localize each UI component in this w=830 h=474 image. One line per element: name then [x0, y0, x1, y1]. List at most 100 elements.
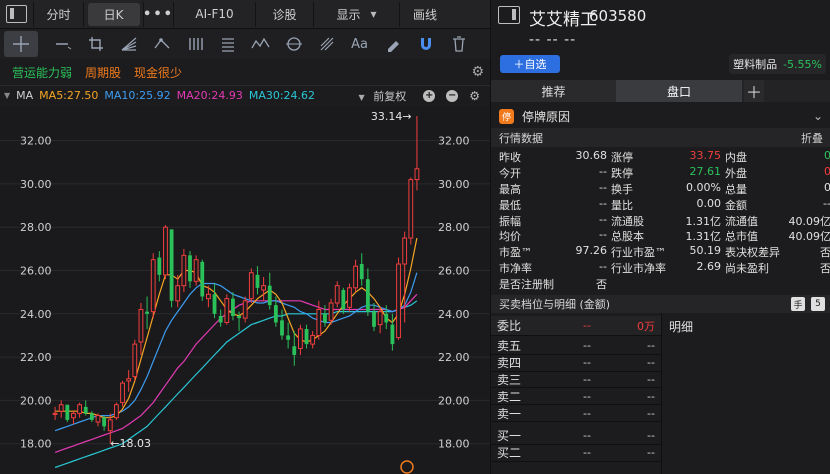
y-tick-label-left: 30.00 [20, 178, 52, 191]
quote-value: 30.68 [575, 149, 608, 162]
tab-daily-k[interactable]: 日K [84, 1, 144, 27]
quote-cell [607, 276, 721, 292]
quote-cell: 尚未盈利 否 [721, 260, 830, 276]
quote-cell: 是否注册制 否 [491, 276, 607, 292]
tab-recommend[interactable]: 推荐 [491, 80, 616, 102]
candle-body [384, 313, 389, 323]
drawing-tools: Aa [0, 29, 490, 59]
sector-change: -5.55% [783, 57, 822, 71]
quote-cell: 内盘 0 [721, 149, 830, 165]
add-tab-button[interactable]: ＋ [744, 80, 764, 102]
crop-tool-icon[interactable] [79, 31, 112, 57]
tab-intraday[interactable]: 分时 [34, 1, 84, 27]
display-dropdown[interactable]: 显示 ▾ [314, 1, 400, 27]
eraser-icon[interactable] [376, 31, 409, 57]
unit-toggle-icon[interactable]: 手 [791, 297, 805, 311]
y-tick-label-left: 18.00 [20, 438, 52, 451]
quote-value: 0.00 [696, 196, 722, 210]
panel-toggle-icon[interactable] [498, 6, 520, 24]
candle-body [353, 265, 359, 289]
quote-label: 流通股 [611, 214, 644, 228]
y-tick-label-right: 30.00 [438, 178, 470, 191]
y-tick-label-right: 20.00 [438, 394, 470, 407]
weibi-amount: 0万 [637, 319, 655, 333]
quote-value: 否 [596, 278, 607, 292]
quote-value: 2.69 [696, 260, 722, 274]
candle-body [292, 346, 297, 355]
draw-line-button[interactable]: 画线 [400, 2, 450, 27]
stock-tags: 营运能力弱 周期股 现金很少 ⚙ [0, 59, 490, 85]
level-amount: -- [647, 446, 655, 460]
quote-cell [721, 276, 830, 292]
quote-row: 昨收 30.68 涨停 33.75 内盘 0 [491, 149, 830, 165]
remove-indicator-icon[interactable]: − [446, 90, 459, 102]
candle-body [365, 279, 370, 312]
kline-svg[interactable]: 32.00 32.00 30.00 30.00 28.00 28.00 26.00 26.00… [0, 106, 490, 474]
level-price: -- [583, 339, 591, 353]
wave-tool-icon[interactable] [244, 31, 277, 57]
tab-diagnosis[interactable]: 诊股 [256, 1, 314, 27]
tag-low-cash[interactable]: 现金很少 [134, 64, 182, 81]
quote-value: 1.31亿 [685, 230, 722, 244]
kline-chart[interactable]: 32.00 32.00 30.00 30.00 28.00 28.00 26.00 26.00… [0, 106, 490, 474]
candle-body [248, 272, 254, 300]
ma10-line [54, 272, 418, 432]
cycle-tool-icon[interactable] [277, 31, 310, 57]
y-tick-label-right: 18.00 [438, 438, 470, 451]
candle-body [188, 255, 192, 282]
halt-reason-row[interactable]: 停 停牌原因 ⌄ [491, 105, 830, 127]
fan-tool-icon[interactable] [112, 31, 145, 57]
candle-body [242, 300, 248, 319]
crosshair-icon[interactable] [4, 31, 38, 57]
adjust-dropdown[interactable]: ▼ 前复权 [359, 88, 413, 104]
quote-cell: 最高 -- [491, 181, 607, 197]
trash-icon[interactable] [442, 31, 475, 57]
quote-row: 今开 -- 跌停 27.61 外盘 0 [491, 165, 830, 181]
y-tick-label-right: 22.00 [438, 351, 470, 364]
fold-button[interactable]: 折叠 [801, 130, 823, 146]
tag-weak-operation[interactable]: 营运能力弱 [12, 64, 72, 81]
quote-value: -- [599, 196, 607, 210]
gear-icon[interactable]: ⚙ [471, 64, 484, 80]
more-periods-icon[interactable]: ••• [143, 1, 174, 27]
gann-tool-icon[interactable] [310, 31, 343, 57]
text-tool-icon[interactable]: Aa [343, 31, 376, 57]
depth-toggle-icon[interactable]: 5 [811, 297, 825, 311]
candle-body [261, 285, 267, 291]
fibonacci-tool-icon[interactable] [211, 31, 244, 57]
tag-cyclical[interactable]: 周期股 [85, 64, 121, 81]
quote-label: 换手 [611, 182, 633, 196]
collapse-caret-icon[interactable]: ▼ [4, 91, 10, 100]
quote-cell: 跌停 27.61 [607, 165, 721, 181]
magnet-icon[interactable] [409, 31, 442, 57]
y-tick-label-left: 20.00 [20, 394, 52, 407]
tab-ai-f10[interactable]: AI-F10 [174, 1, 256, 27]
candle-body [89, 413, 94, 420]
channel-tool-icon[interactable] [145, 31, 178, 57]
gear-icon[interactable]: ⚙ [469, 89, 480, 103]
y-tick-label-right: 32.00 [438, 135, 470, 148]
quote-cell: 市净率 -- [491, 260, 607, 276]
ask-row: 卖四 -- -- [491, 355, 661, 372]
tab-board[interactable]: 盘口 [616, 80, 742, 102]
sector-badge[interactable]: 塑料制品 -5.55% [729, 54, 826, 74]
quote-label: 总股本 [611, 230, 644, 244]
candle-body [102, 417, 107, 427]
level-amount: -- [647, 372, 655, 386]
level-amount: -- [647, 406, 655, 420]
add-indicator-icon[interactable]: + [423, 90, 436, 102]
candle-body [193, 259, 199, 282]
quote-label: 涨停 [611, 151, 633, 164]
add-watchlist-button[interactable]: ＋自选 [500, 55, 560, 73]
y-tick-label-left: 22.00 [20, 351, 52, 364]
line-tool-icon[interactable] [46, 31, 79, 57]
ma-label[interactable]: MA [16, 89, 33, 102]
bars-tool-icon[interactable] [178, 31, 211, 57]
quote-row: 均价 -- 总股本 1.31亿 总市值 40.09亿 [491, 228, 830, 244]
quote-value: 40.09亿 [788, 230, 830, 244]
quote-label: 最高 [499, 182, 521, 196]
y-tick-label-left: 24.00 [20, 308, 52, 321]
panel-toggle-icon[interactable] [0, 1, 34, 27]
candle-body [231, 298, 235, 316]
candle-body [205, 293, 211, 300]
